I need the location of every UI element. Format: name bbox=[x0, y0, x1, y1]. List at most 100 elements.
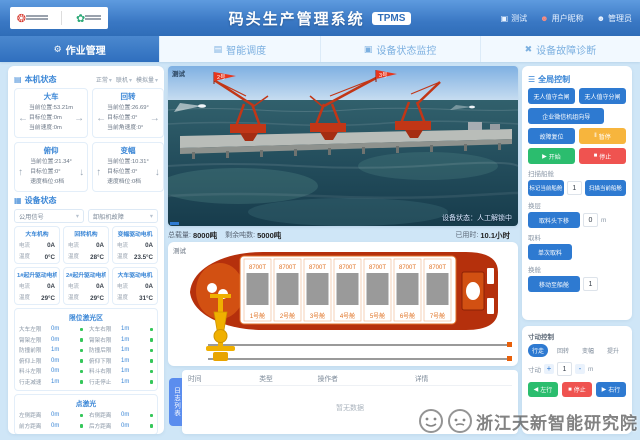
axis-title: 回转 bbox=[95, 91, 161, 102]
unloader-fault-select[interactable]: 卸船机故障 bbox=[88, 209, 158, 223]
cargo-hold[interactable]: 8700T 6号舱 bbox=[394, 259, 421, 321]
log-table-header: 时间 类型 操作者 详情 bbox=[188, 370, 512, 386]
mode-select-linked[interactable]: 联机 bbox=[116, 75, 132, 84]
log-col-operator: 操作者 bbox=[318, 373, 415, 383]
stop-button[interactable]: ■ 停止 bbox=[579, 148, 626, 164]
tab-device-monitor[interactable]: ▣ 设备状态监控 bbox=[321, 36, 481, 62]
header-admin-label: 管理员 bbox=[608, 13, 632, 24]
tab-job-management[interactable]: ⚙ 作业管理 bbox=[0, 36, 160, 62]
scene-status-text: 设备状态：人工解锁中 bbox=[442, 213, 512, 223]
head-down-button[interactable]: 取料头下移 bbox=[528, 212, 580, 228]
move-to-hold-button[interactable]: 移动至船舱 bbox=[528, 276, 580, 292]
log-list-tab[interactable]: 日志列表 bbox=[169, 378, 182, 426]
step-minus-button[interactable]: - bbox=[575, 364, 585, 374]
jog-step-input[interactable] bbox=[557, 362, 572, 376]
jog-tab-luff[interactable]: 变幅 bbox=[578, 344, 598, 357]
arrow-right-icon[interactable]: → bbox=[73, 113, 85, 124]
arrow-up-icon[interactable]: ↑ bbox=[17, 167, 24, 178]
single-take-button[interactable]: 单次取料 bbox=[528, 244, 572, 260]
tab-smart-dispatch[interactable]: ▤ 智能调度 bbox=[160, 36, 320, 62]
svg-text:2号舱: 2号舱 bbox=[280, 312, 295, 320]
axis-card-slew: 回转 ← 当前位置:26.69°目标位置:0°当前角速度:0° → bbox=[92, 88, 164, 138]
svg-text:7号舱: 7号舱 bbox=[430, 312, 445, 320]
svg-text:8700T: 8700T bbox=[369, 265, 386, 271]
unattended-close-button[interactable]: 无人值守合闸 bbox=[528, 88, 575, 104]
log-table-card: 时间 类型 操作者 详情 暂无数据 bbox=[182, 370, 518, 434]
wechat-wizard-button[interactable]: 企业微信机组向导 bbox=[528, 108, 604, 124]
cargo-hold[interactable]: 8700T 4号舱 bbox=[334, 259, 361, 321]
mark-hold-button[interactable]: 标记当前船舱 bbox=[528, 180, 564, 196]
common-signal-select[interactable]: 公用信号 bbox=[14, 209, 84, 223]
axis-title: 俯仰 bbox=[17, 145, 85, 156]
jog-stop-button[interactable]: ■ 停止 bbox=[562, 382, 592, 397]
change-layer-label: 换层 bbox=[528, 200, 626, 210]
dock-3d-render: 2号 3号 bbox=[168, 66, 518, 226]
point-laser-item: 后方距离0m bbox=[89, 421, 153, 432]
cargo-hold[interactable]: 8700T 1号舱 bbox=[244, 259, 271, 321]
device-status-title: 设备状态 bbox=[25, 195, 57, 206]
stop-icon: ■ bbox=[594, 153, 598, 159]
scene-3d-view[interactable]: 2号 3号 测试 设备状态：人工解锁中 bbox=[168, 66, 518, 226]
start-button[interactable]: ▶ 开始 bbox=[528, 148, 575, 164]
status-dot bbox=[150, 328, 154, 332]
status-dot bbox=[150, 380, 154, 384]
cargo-hold[interactable]: 8700T 7号舱 bbox=[424, 259, 451, 321]
unattended-open-button[interactable]: 无人值守分闸 bbox=[579, 88, 626, 104]
jog-tab-hoist[interactable]: 提升 bbox=[603, 344, 623, 357]
app-header: ❂ ✿ 码头生产管理系统 TPMS ▣ 测试 ☻ 用户昵称 ☻ 管理员 bbox=[0, 0, 640, 36]
log-col-detail: 详情 bbox=[415, 373, 512, 383]
left-sidebar: ▤ 本机状态 正常 联机 模拟量 大车 ← 当前位置:53.21m目标位置:0m… bbox=[8, 66, 164, 434]
arrow-down-icon[interactable]: ↓ bbox=[154, 167, 161, 178]
header-test-label: 测试 bbox=[511, 13, 527, 24]
svg-text:8700T: 8700T bbox=[429, 265, 446, 271]
cargo-hold[interactable]: 8700T 3号舱 bbox=[304, 259, 331, 321]
gear-icon: ⚙ bbox=[54, 44, 62, 55]
status-dot bbox=[150, 370, 154, 374]
layer-depth-input[interactable] bbox=[583, 213, 598, 227]
scene-corner-label: 测试 bbox=[172, 68, 185, 78]
scan-hold-input[interactable] bbox=[567, 181, 582, 195]
machine-status-header: ▤ 本机状态 正常 联机 模拟量 bbox=[14, 74, 158, 85]
user-icon: ☻ bbox=[597, 14, 605, 23]
ship-diagram-card: 测试 8700T 1号舱 8700T 2号舱 bbox=[168, 242, 518, 366]
scan-hold-button[interactable]: 扫描当前船舱 bbox=[585, 180, 626, 196]
mode-select-normal[interactable]: 正常 bbox=[96, 75, 112, 84]
limit-item: 俯仰上限0m bbox=[19, 356, 83, 367]
cargo-hold[interactable]: 8700T 2号舱 bbox=[274, 259, 301, 321]
device-icon: ▦ bbox=[14, 196, 22, 205]
step-plus-button[interactable]: + bbox=[544, 364, 554, 374]
header-nickname-link[interactable]: ☻ 用户昵称 bbox=[540, 13, 583, 24]
svg-text:3号: 3号 bbox=[379, 72, 388, 79]
play-icon: ▶ bbox=[542, 153, 547, 160]
fault-reset-button[interactable]: 故障复位 bbox=[528, 128, 575, 144]
arrow-left-icon[interactable]: ← bbox=[95, 113, 107, 124]
arrow-right-icon[interactable]: → bbox=[149, 113, 161, 124]
arrow-up-icon[interactable]: ↑ bbox=[95, 167, 102, 178]
jog-right-button[interactable]: ▶ 右行 bbox=[596, 382, 626, 397]
user-red-icon: ☻ bbox=[540, 14, 548, 23]
cargo-hold[interactable]: 8700T 5号舱 bbox=[364, 259, 391, 321]
header-test-link[interactable]: ▣ 测试 bbox=[501, 13, 528, 24]
target-hold-input[interactable] bbox=[583, 277, 598, 291]
elapsed-label: 已用时: bbox=[455, 230, 478, 240]
limit-item: 行走减速1m bbox=[19, 377, 83, 388]
machine-icon: ▤ bbox=[14, 75, 22, 84]
point-laser-card: 点激光 左侧距离0m 右侧距离0m 前方距离0m 后方距离0m bbox=[14, 394, 158, 434]
mode-select-analog[interactable]: 模拟量 bbox=[136, 75, 158, 84]
header-admin-link[interactable]: ☻ 管理员 bbox=[597, 13, 632, 24]
jog-tab-travel[interactable]: 行走 bbox=[528, 344, 548, 357]
tab-fault-diagnosis[interactable]: ✖ 设备故障诊断 bbox=[481, 36, 640, 62]
ship-corner-label: 测试 bbox=[173, 245, 186, 255]
arrow-left-icon[interactable]: ← bbox=[17, 113, 29, 124]
header-nickname-label: 用户昵称 bbox=[552, 13, 584, 24]
jog-left-button[interactable]: ◀ 左行 bbox=[528, 382, 558, 397]
limit-item: 臂架右限1m bbox=[89, 335, 153, 346]
arrow-down-icon[interactable]: ↓ bbox=[78, 167, 85, 178]
axis-title: 大车 bbox=[17, 91, 85, 102]
jog-tab-slew[interactable]: 回转 bbox=[553, 344, 573, 357]
motor-card: 2#起升驱动电机 电流0A 温度29°C bbox=[63, 267, 109, 305]
pause-button[interactable]: ‖ 暂停 bbox=[579, 128, 626, 144]
log-empty-state: 暂无数据 bbox=[188, 386, 512, 430]
axis-card-luffing: 变幅 ↑ 当前位置:10.31°目标位置:0°速度档位:0档 ↓ bbox=[92, 142, 164, 192]
jog-unit-label: m bbox=[588, 366, 593, 373]
